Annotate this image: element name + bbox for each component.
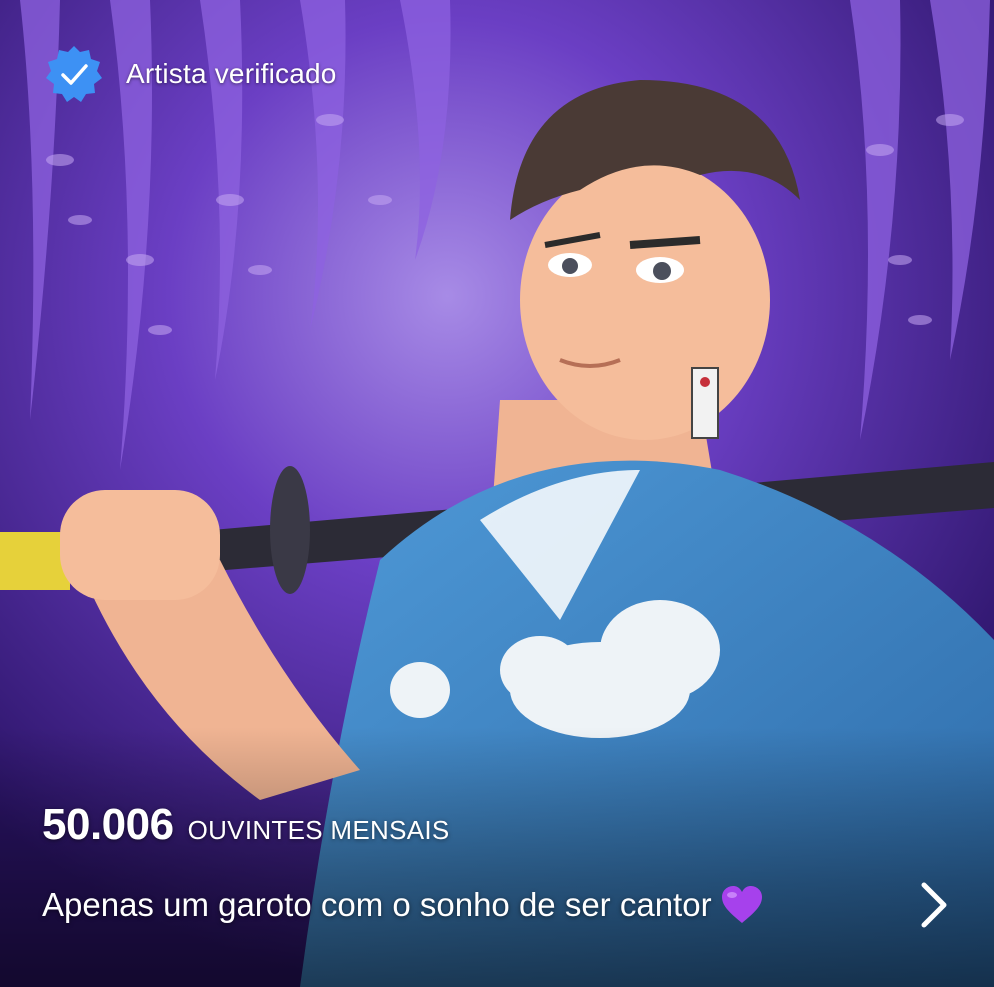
artist-bio: Apenas um garoto com o sonho de ser cant… (42, 885, 764, 925)
verified-artist-badge: Artista verificado (44, 44, 337, 104)
purple-heart-icon (721, 886, 762, 923)
monthly-listeners: 50.006 OUVINTES MENSAIS (42, 800, 450, 850)
artist-bio-row[interactable]: Apenas um garoto com o sonho de ser cant… (42, 872, 954, 938)
verified-badge-icon (46, 46, 102, 102)
verified-artist-label: Artista verificado (126, 58, 337, 89)
monthly-listeners-count: 50.006 (42, 800, 174, 849)
artist-bio-text: Apenas um garoto com o sonho de ser cant… (42, 886, 712, 923)
monthly-listeners-label: OUVINTES MENSAIS (187, 815, 450, 845)
chevron-right-icon[interactable] (914, 879, 954, 931)
bottom-gradient (0, 727, 994, 987)
